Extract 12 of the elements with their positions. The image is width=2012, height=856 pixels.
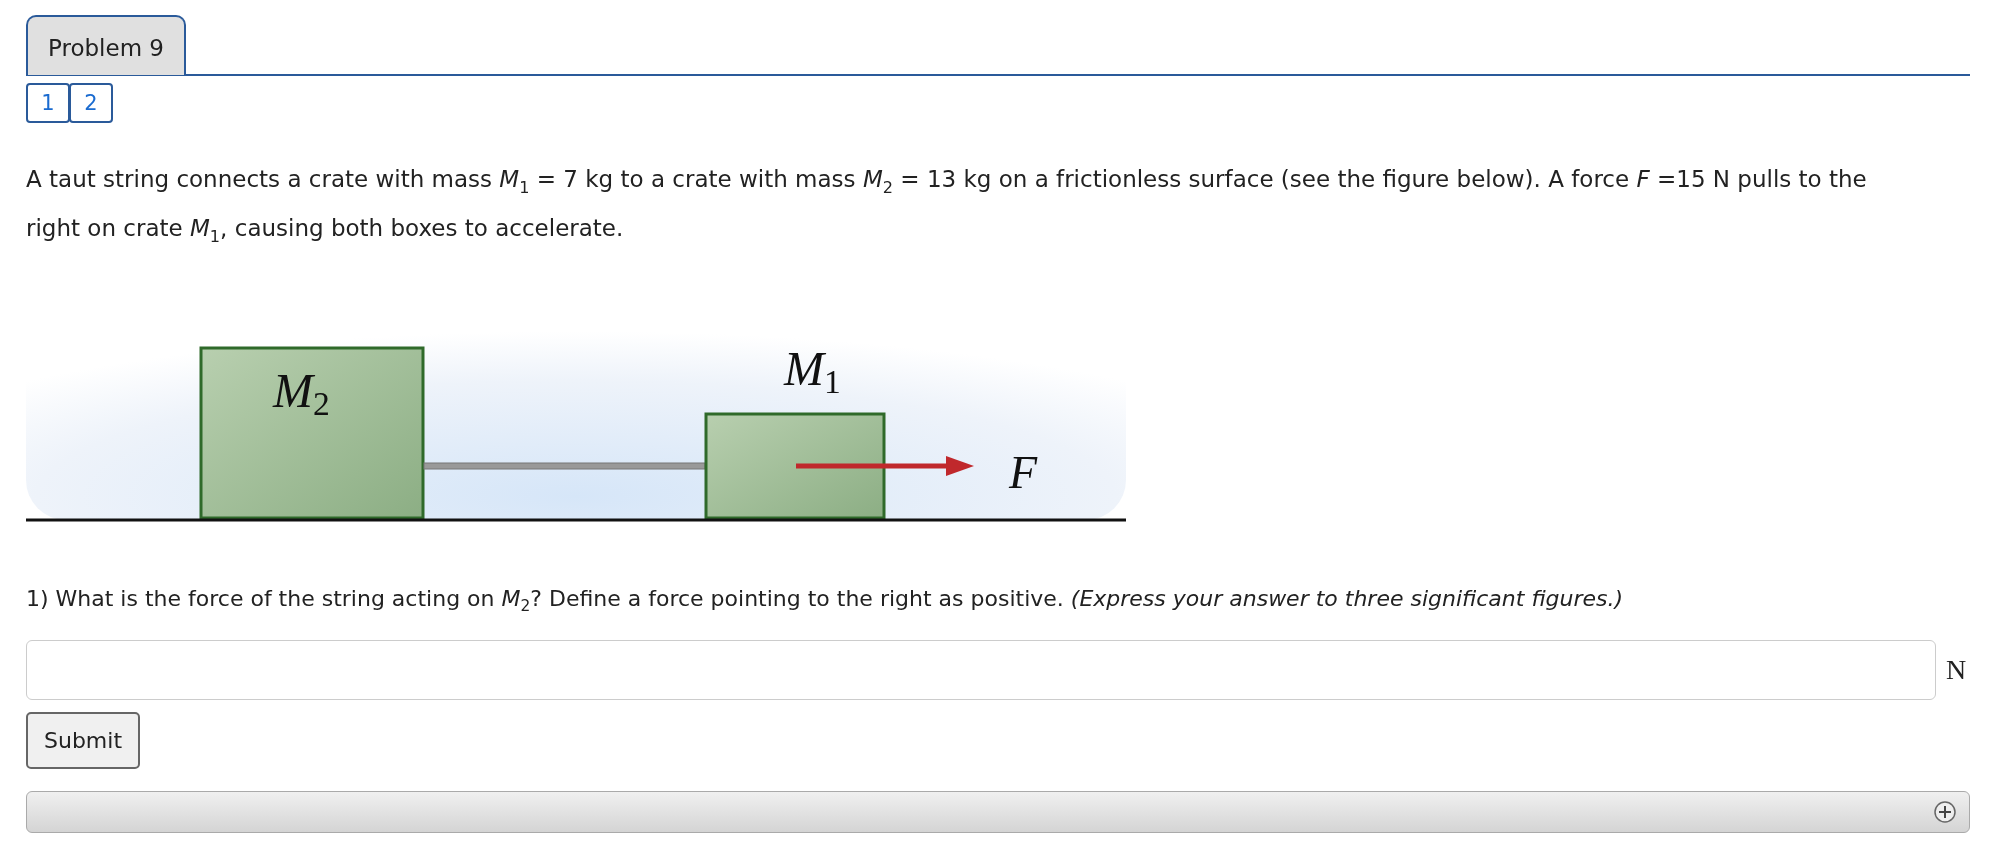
page-button[interactable]: 1 [26, 83, 70, 123]
plus-icon[interactable] [1933, 799, 1957, 824]
question-text: 1) What is the force of the string acting on M$_{2}$? Define a force pointing to the right as positive. (Express your answer to three significant figures.) [26, 586, 1625, 616]
submit-button[interactable]: Submit [26, 711, 141, 769]
unit-label: N [1946, 653, 1967, 686]
answer-field[interactable] [26, 639, 1936, 700]
mass-label: M$_{2}$ [273, 364, 330, 423]
problem-tab[interactable]: Problem 9 [26, 15, 186, 75]
problem-text: A taut string connects a crate with mass M$_{1}$ = 7 kg to a crate with mass M$_{2}$ = 13 kg on a frictionless surface (see the figure below). A force F =15 N pulls to the right on crate M$_{1}$, causing both boxes to accelerate. [26, 165, 1868, 248]
mass-label: M$_{1}$ [784, 342, 841, 401]
force-label: F [1009, 447, 1038, 499]
page-button[interactable]: 2 [69, 83, 113, 123]
